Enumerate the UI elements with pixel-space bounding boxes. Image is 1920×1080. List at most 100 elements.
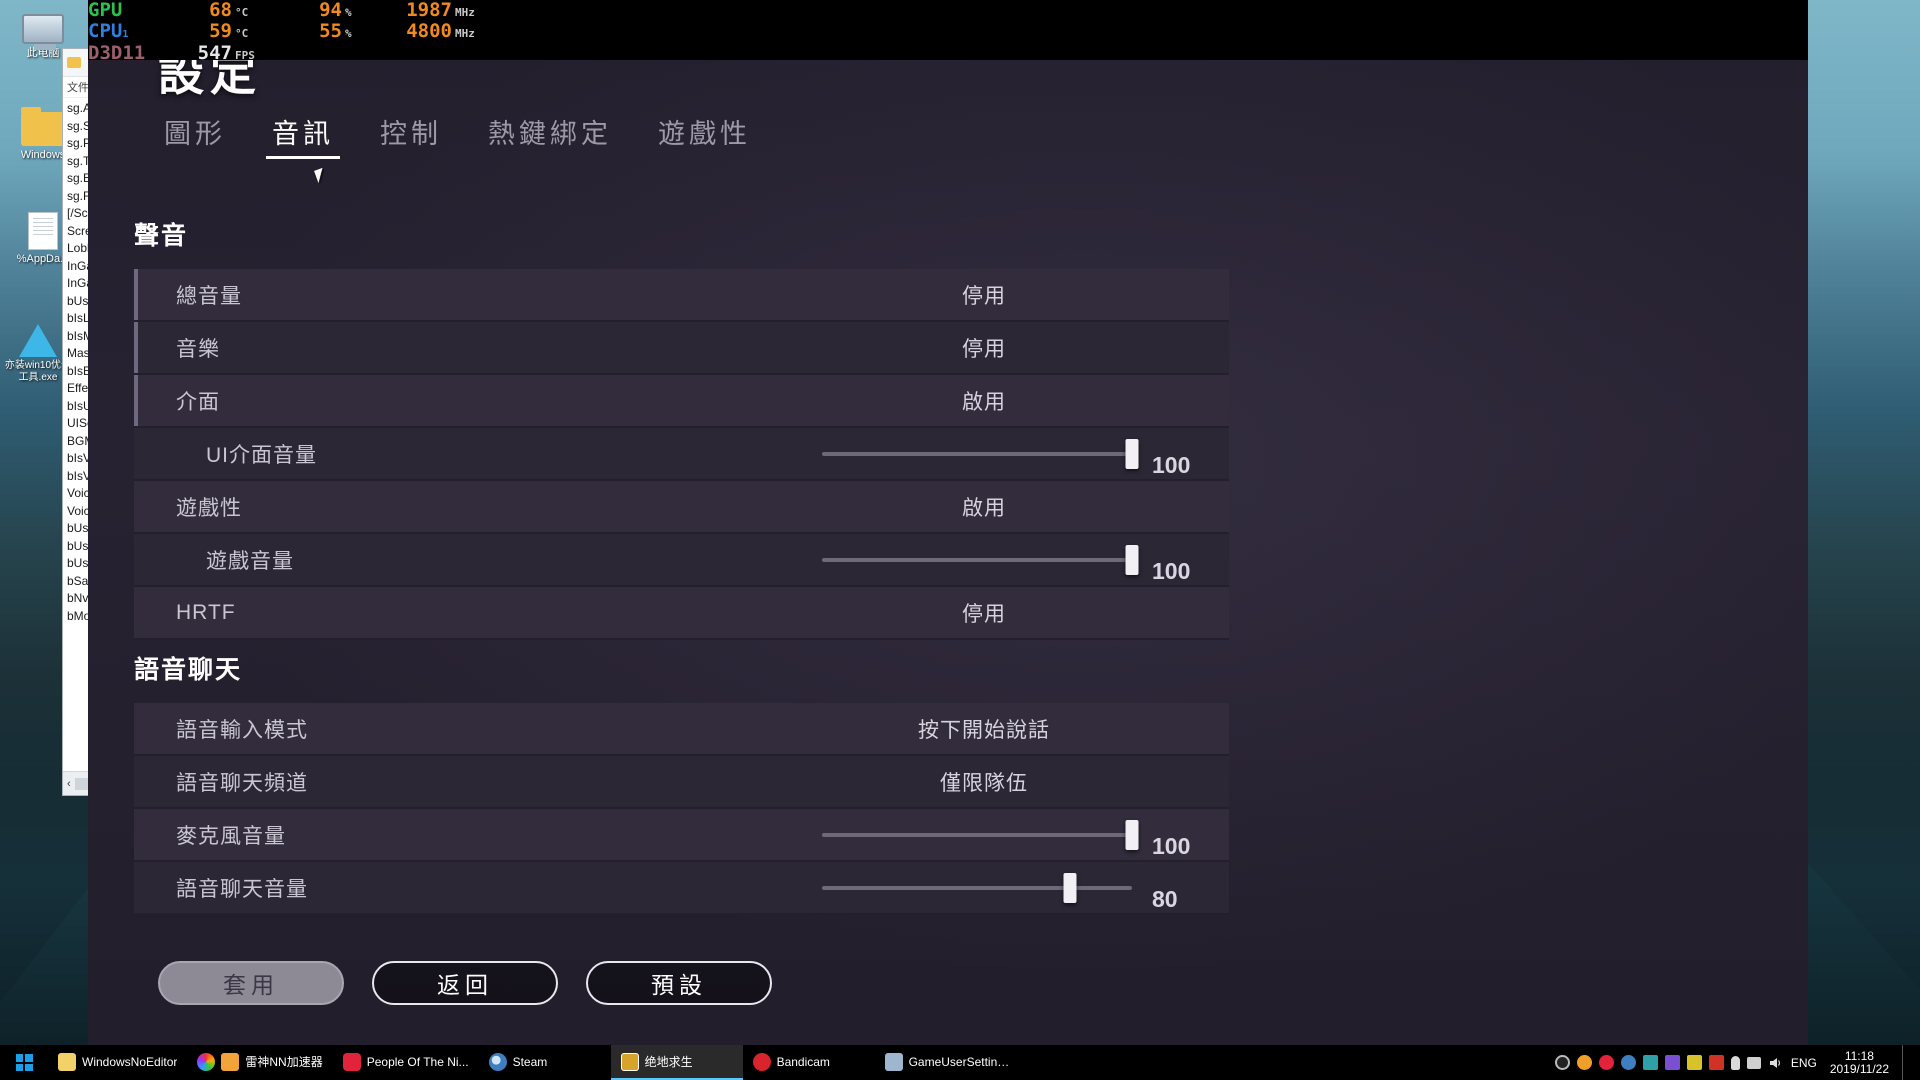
tray-icon-teal-app[interactable] — [1642, 1055, 1658, 1070]
tray-icon-yellow-app[interactable] — [1686, 1055, 1702, 1070]
row-label: 語音聊天頻道 — [176, 771, 308, 795]
taskbar-item-steam[interactable]: Steam — [479, 1045, 611, 1080]
chevron-left-icon[interactable]: ‹ — [63, 778, 75, 790]
row-label: 麥克風音量 — [176, 824, 286, 848]
taskbar-item-bandicam[interactable]: Bandicam — [743, 1045, 875, 1080]
show-desktop-button[interactable] — [1902, 1045, 1910, 1080]
tray-icon-blue-app[interactable] — [1620, 1055, 1636, 1070]
slider-handle[interactable] — [1063, 872, 1077, 903]
tab-keybinds[interactable]: 熱鍵綁定 — [482, 110, 618, 161]
tab-gameplay[interactable]: 遊戲性 — [652, 110, 757, 161]
row-ui-volume[interactable]: UI介面音量 100 — [134, 428, 1229, 481]
osd-fps-unit: FPS — [235, 49, 255, 62]
row-voice-chat-volume[interactable]: 語音聊天音量 80 — [134, 862, 1229, 915]
taskbar-item-pubg[interactable]: 绝地求生 — [610, 1045, 743, 1080]
row-label: HRTF — [176, 600, 236, 624]
voice-chat-rows: 語音輸入模式 按下開始說話 語音聊天頻道 僅限隊伍 麥克風音量 100 語音聊天… — [134, 703, 1229, 915]
apply-button[interactable]: 套用 — [158, 961, 344, 1005]
osd-row-cpu: CPU1 59 °C 55 % 4800 MHz — [88, 22, 496, 44]
record-icon — [752, 1052, 771, 1071]
network-icon[interactable] — [1746, 1056, 1761, 1069]
row-label: 總音量 — [176, 284, 242, 308]
row-label: 介面 — [176, 390, 220, 414]
osd-fps-value: 547 — [197, 42, 232, 64]
app-icon — [342, 1052, 361, 1071]
sound-rows: 總音量 停用 音樂 停用 介面 啟用 UI介面音量 100 遊戲性 啟用 遊戲音… — [134, 269, 1229, 640]
tray-icon-orange-app[interactable] — [1576, 1055, 1592, 1070]
osd-cpu-temp: 59 — [209, 20, 232, 42]
row-game-volume[interactable]: 遊戲音量 100 — [134, 534, 1229, 587]
folder-icon — [67, 57, 81, 68]
osd-label-gpu: GPU — [88, 0, 123, 21]
taskbar-item-windowsnoeditor[interactable]: WindowsNoEditor — [48, 1045, 187, 1080]
slider-handle[interactable] — [1125, 438, 1139, 469]
taskbar-item-label: GameUserSetting... — [908, 1054, 1013, 1069]
hardware-monitor-osd: GPU 68 °C 94 % 1987 MHz CPU1 59 °C 55 % … — [88, 0, 1808, 63]
tray-icon-purple-app[interactable] — [1664, 1055, 1680, 1070]
slider-value: 100 — [1152, 557, 1191, 584]
osd-cpu-clock-unit: MHz — [455, 27, 475, 40]
row-value[interactable]: 按下開始說話 — [869, 714, 1099, 744]
taskbar-item-label: People Of The Ni... — [366, 1054, 469, 1069]
taskbar-item-people-of-the-night[interactable]: People Of The Ni... — [333, 1045, 479, 1080]
slider-track[interactable]: 100 — [822, 438, 1190, 478]
ui-volume-slider[interactable]: 100 — [822, 427, 1212, 480]
windows-taskbar[interactable]: WindowsNoEditor 雷神NN加速器 People Of The Ni… — [0, 1045, 1920, 1080]
slider-handle[interactable] — [1125, 544, 1139, 575]
slider-value: 80 — [1152, 885, 1178, 912]
app-icon — [620, 1052, 639, 1071]
row-master-volume[interactable]: 總音量 停用 — [134, 269, 1229, 322]
pc-icon — [22, 14, 64, 50]
row-voice-input-mode[interactable]: 語音輸入模式 按下開始說話 — [134, 703, 1229, 756]
game-volume-slider[interactable]: 100 — [822, 533, 1212, 586]
taskbar-item-label: 雷神NN加速器 — [245, 1055, 323, 1069]
row-value[interactable]: 停用 — [869, 333, 1099, 363]
slider-track[interactable]: 100 — [822, 544, 1190, 584]
tab-controls[interactable]: 控制 — [374, 110, 448, 161]
row-value[interactable]: 啟用 — [869, 386, 1099, 416]
start-button[interactable] — [0, 1045, 48, 1080]
voice-chat-volume-slider[interactable]: 80 — [822, 861, 1212, 914]
row-value[interactable]: 停用 — [869, 280, 1099, 310]
tab-graphics[interactable]: 圖形 — [158, 110, 232, 161]
microphone-volume-slider[interactable]: 100 — [822, 808, 1212, 861]
clock-date: 2019/11/22 — [1829, 1061, 1889, 1076]
defaults-button[interactable]: 預設 — [586, 961, 772, 1005]
volume-icon[interactable] — [1768, 1055, 1784, 1071]
taskbar-item-gameusersettings[interactable]: GameUserSetting... — [875, 1045, 1023, 1080]
row-interface[interactable]: 介面 啟用 — [134, 375, 1229, 428]
mouse-cursor — [314, 167, 327, 184]
taskbar-item-leishen-accelerator[interactable]: 雷神NN加速器 — [187, 1045, 332, 1080]
row-label: 遊戲性 — [176, 496, 242, 520]
tray-icon-red-square-app[interactable] — [1708, 1055, 1724, 1070]
osd-gpu-clock-unit: MHz — [455, 6, 475, 19]
app-icon — [19, 324, 57, 357]
row-value[interactable]: 啟用 — [869, 492, 1099, 522]
row-value[interactable]: 停用 — [869, 598, 1099, 628]
settings-button-row[interactable]: 套用 返回 預設 — [158, 961, 772, 1005]
row-label: 音樂 — [176, 337, 220, 361]
row-voice-channel[interactable]: 語音聊天頻道 僅限隊伍 — [134, 756, 1229, 809]
settings-tab-bar[interactable]: 圖形 音訊 控制 熱鍵綁定 遊戲性 — [158, 110, 757, 161]
tab-audio[interactable]: 音訊 — [266, 110, 340, 161]
tray-language-indicator[interactable]: ENG — [1791, 1056, 1817, 1070]
slider-track[interactable]: 100 — [822, 819, 1190, 859]
game-settings-overlay: 設定 圖形 音訊 控制 熱鍵綁定 遊戲性 聲音 總音量 停用 音樂 停用 介面 … — [88, 38, 1808, 1045]
section-heading-sound: 聲音 — [134, 222, 189, 250]
osd-cpu-index: 1 — [122, 29, 129, 40]
row-microphone-volume[interactable]: 麥克風音量 100 — [134, 809, 1229, 862]
row-value[interactable]: 僅限隊伍 — [869, 767, 1099, 797]
system-tray[interactable]: ENG 11:18 2019/11/22 — [1554, 1045, 1920, 1080]
microphone-icon[interactable] — [1730, 1055, 1740, 1070]
row-gameplay-sound[interactable]: 遊戲性 啟用 — [134, 481, 1229, 534]
row-music[interactable]: 音樂 停用 — [134, 322, 1229, 375]
taskbar-clock[interactable]: 11:18 2019/11/22 — [1824, 1049, 1895, 1076]
tray-icon-record[interactable] — [1554, 1055, 1570, 1070]
slider-handle[interactable] — [1125, 819, 1139, 850]
osd-cpu-load: 55 — [319, 20, 342, 42]
tray-icon-red-app[interactable] — [1598, 1055, 1614, 1070]
row-hrtf[interactable]: HRTF 停用 — [134, 587, 1229, 640]
slider-track[interactable]: 80 — [822, 872, 1178, 912]
back-button[interactable]: 返回 — [372, 961, 558, 1005]
osd-cpu-load-unit: % — [345, 27, 352, 40]
